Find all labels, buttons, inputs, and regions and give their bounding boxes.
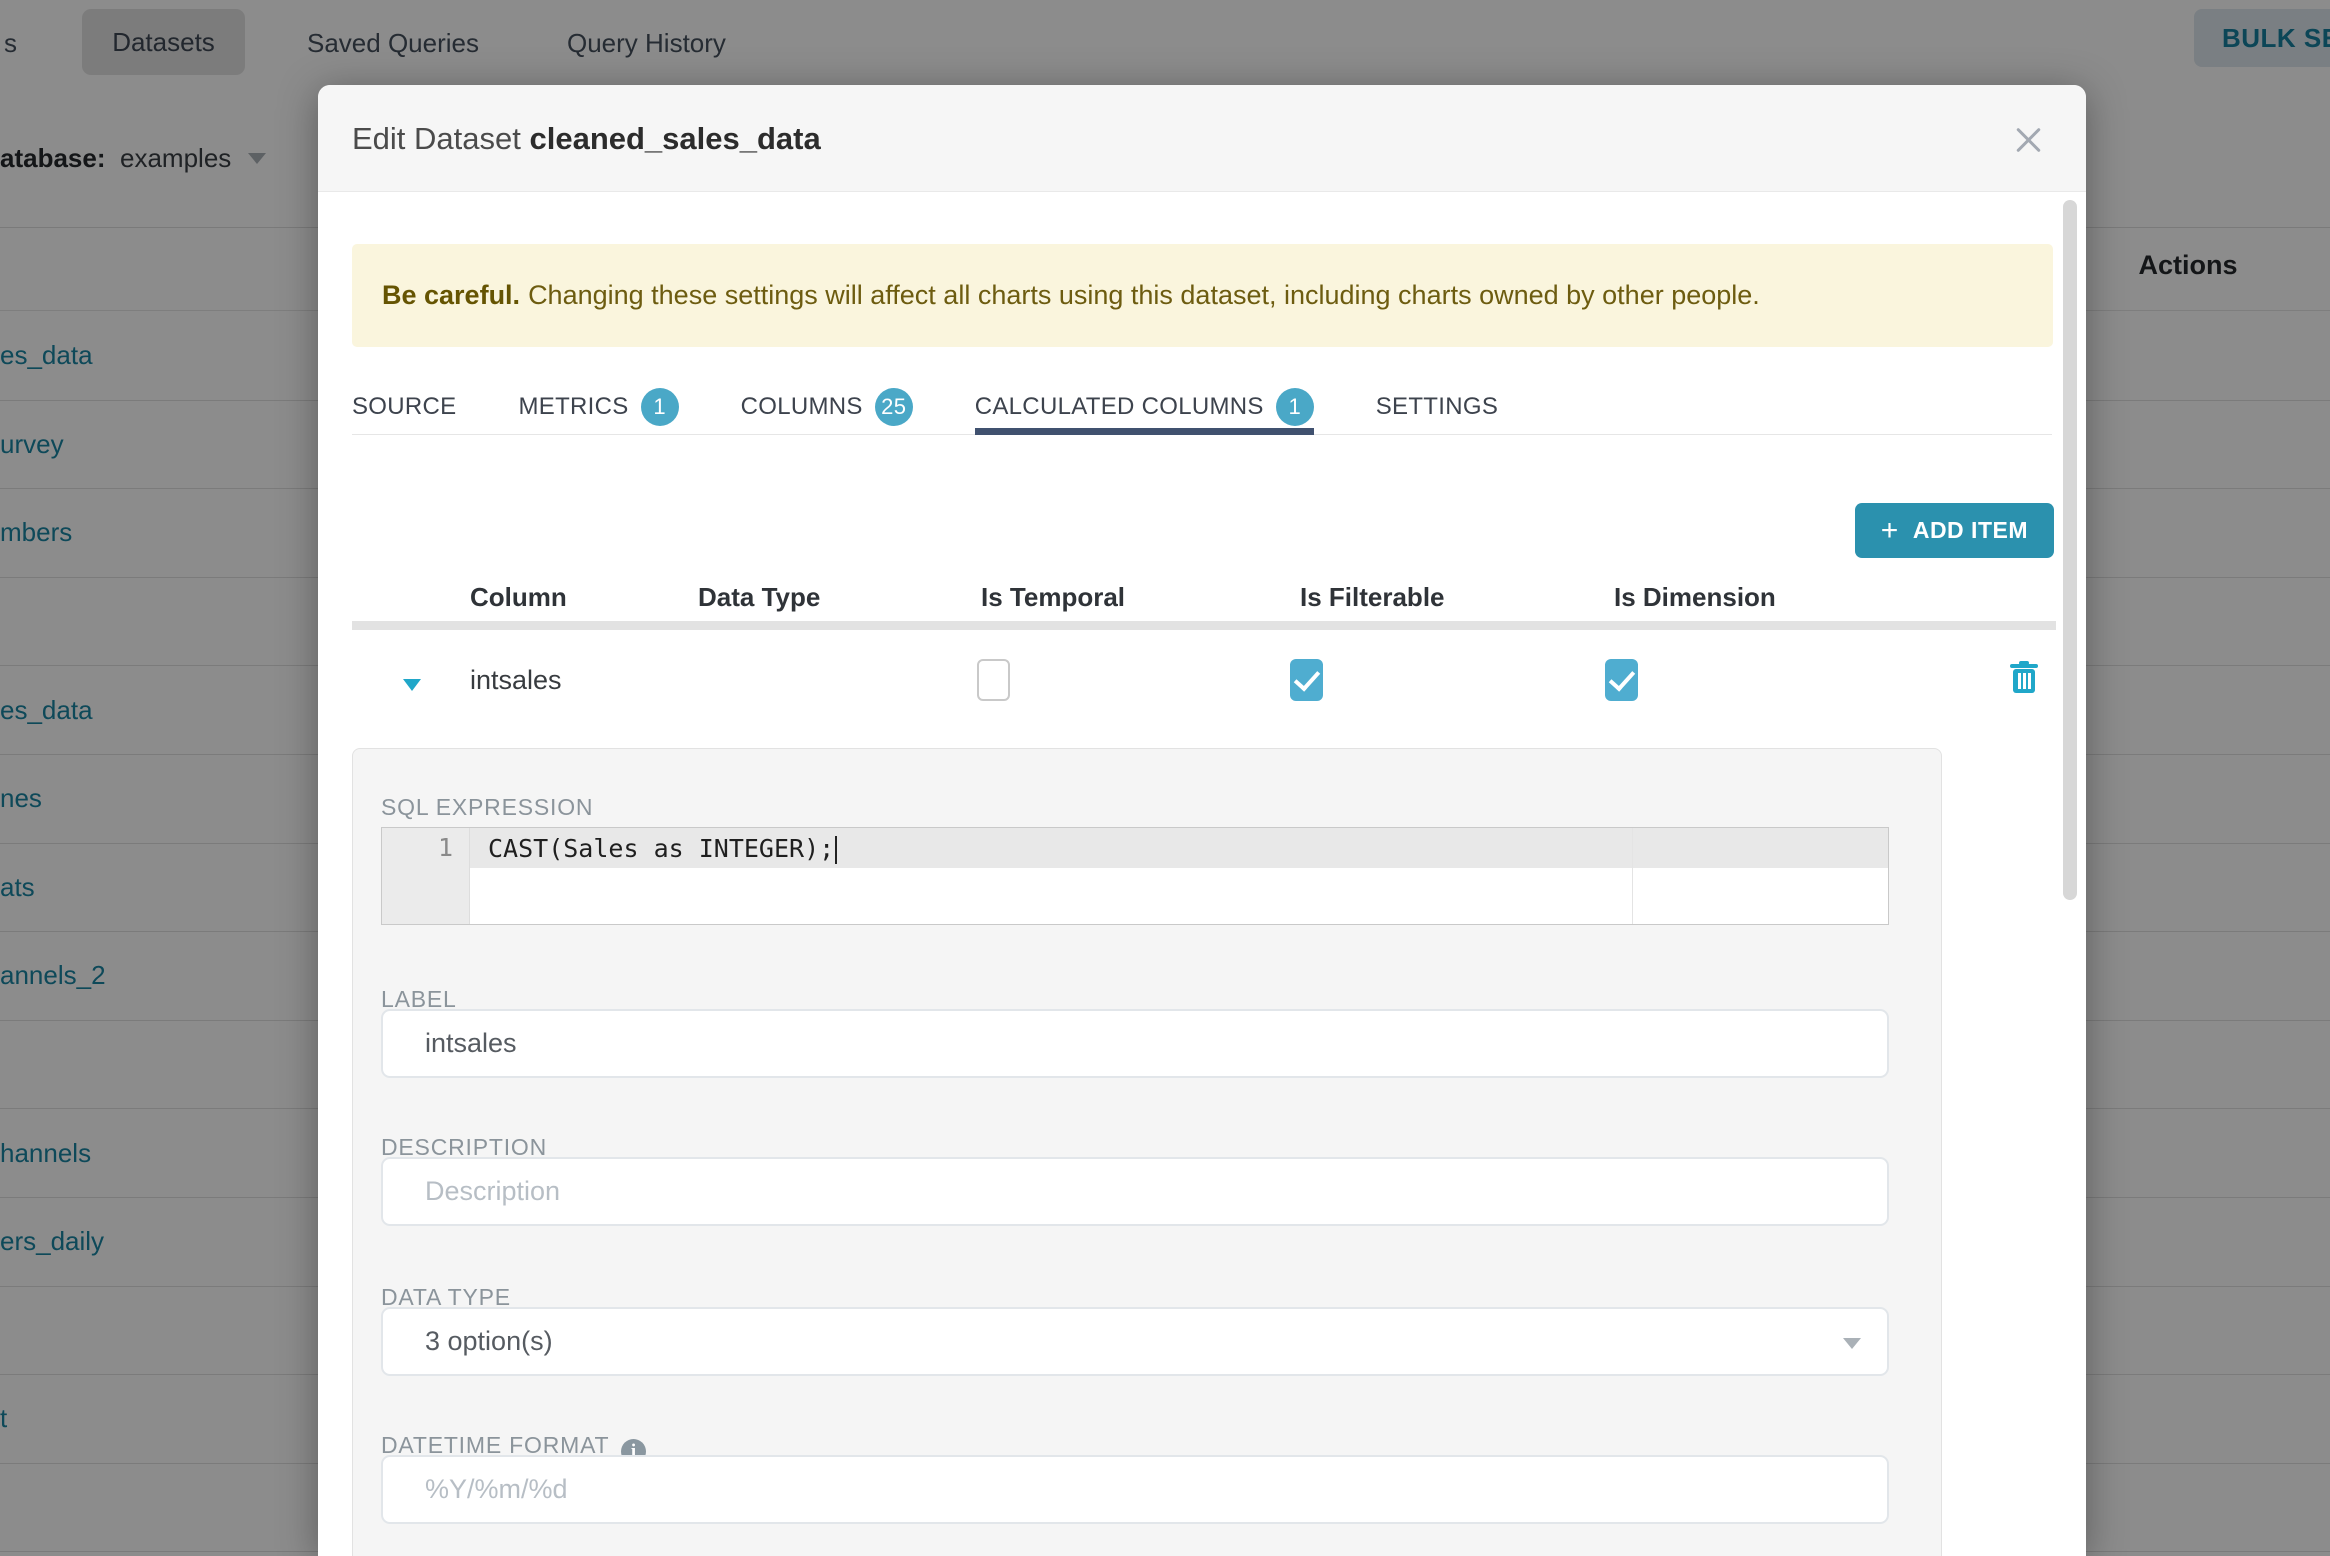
tab-count-badge: 25 — [874, 388, 913, 426]
warning-banner-bold: Be careful. — [382, 280, 521, 310]
tab-count-badge: 1 — [1275, 388, 1314, 426]
warning-banner: Be careful. Changing these settings will… — [352, 244, 2053, 347]
add-item-button[interactable]: + ADD ITEM — [1854, 503, 2054, 558]
close-icon[interactable] — [2012, 123, 2046, 157]
column-header-is-dimension: Is Dimension — [1614, 582, 1776, 612]
is-filterable-checkbox[interactable] — [1290, 659, 1323, 701]
calculated-column-editor-panel: SQL EXPRESSION 1 CAST(Sales as INTEGER);… — [352, 748, 1942, 1556]
editor-print-margin — [1632, 828, 1633, 924]
modal-title: Edit Dataset cleaned_sales_data — [352, 121, 821, 157]
modal-header: Edit Dataset cleaned_sales_data — [318, 85, 2086, 192]
modal-tabs: SOURCE METRICS 1 COLUMNS 25 CALCULATED COL… — [352, 380, 2052, 435]
chevron-down-icon[interactable] — [403, 679, 421, 691]
tab-settings[interactable]: SETTINGS — [1376, 380, 1498, 434]
add-item-label: ADD ITEM — [1912, 517, 2028, 543]
edit-dataset-modal: Edit Dataset cleaned_sales_data Be caref… — [318, 85, 2086, 1556]
column-header-data-type: Data Type — [698, 582, 821, 612]
tab-label: COLUMNS — [740, 393, 863, 420]
column-header-is-filterable: Is Filterable — [1300, 582, 1445, 612]
text-cursor — [835, 836, 838, 864]
tab-metrics[interactable]: METRICS 1 — [518, 380, 679, 434]
data-type-select[interactable]: 3 option(s) — [381, 1307, 1889, 1376]
tab-source[interactable]: SOURCE — [352, 380, 456, 434]
is-temporal-checkbox[interactable] — [977, 659, 1010, 701]
warning-banner-text: Changing these settings will affect all … — [528, 280, 1760, 310]
sql-expression-label: SQL EXPRESSION — [381, 794, 594, 820]
description-placeholder: Description — [425, 1176, 561, 1206]
label-input-value: intsales — [425, 1028, 517, 1058]
tab-count-badge: 1 — [640, 388, 679, 426]
tab-label: SOURCE — [352, 393, 457, 420]
calculated-column-row: intsales — [318, 641, 2086, 731]
modal-title-prefix: Edit Dataset — [352, 121, 530, 156]
data-type-value: 3 option(s) — [425, 1326, 553, 1356]
is-dimension-checkbox[interactable] — [1605, 659, 1638, 701]
line-number: 1 — [437, 833, 453, 862]
column-header-column: Column — [470, 582, 567, 612]
trash-icon[interactable] — [2010, 661, 2038, 695]
tab-columns[interactable]: COLUMNS 25 — [741, 380, 913, 434]
column-name: intsales — [470, 665, 562, 695]
column-header-is-temporal: Is Temporal — [981, 582, 1126, 612]
plus-icon: + — [1880, 513, 1899, 547]
tab-calculated-columns[interactable]: CALCULATED COLUMNS 1 — [974, 380, 1314, 435]
sql-code: CAST(Sales as INTEGER); — [488, 834, 838, 864]
chevron-down-icon — [1843, 1338, 1861, 1349]
modal-title-dataset-name: cleaned_sales_data — [529, 121, 821, 156]
tab-label: CALCULATED COLUMNS — [974, 393, 1264, 420]
datetime-format-input[interactable]: %Y/%m/%d — [381, 1455, 1889, 1524]
editor-gutter: 1 — [382, 828, 470, 924]
sql-expression-editor[interactable]: 1 CAST(Sales as INTEGER); — [381, 827, 1889, 925]
description-input[interactable]: Description — [381, 1157, 1889, 1226]
datetime-format-placeholder: %Y/%m/%d — [425, 1474, 568, 1504]
modal-scrollbar[interactable] — [2063, 200, 2077, 900]
label-input[interactable]: intsales — [381, 1009, 1889, 1078]
tab-label: METRICS — [518, 393, 629, 420]
tab-label: SETTINGS — [1375, 393, 1499, 420]
table-header-divider — [352, 621, 2056, 630]
screen: s Datasets Saved Queries Query History B… — [0, 0, 2330, 1556]
